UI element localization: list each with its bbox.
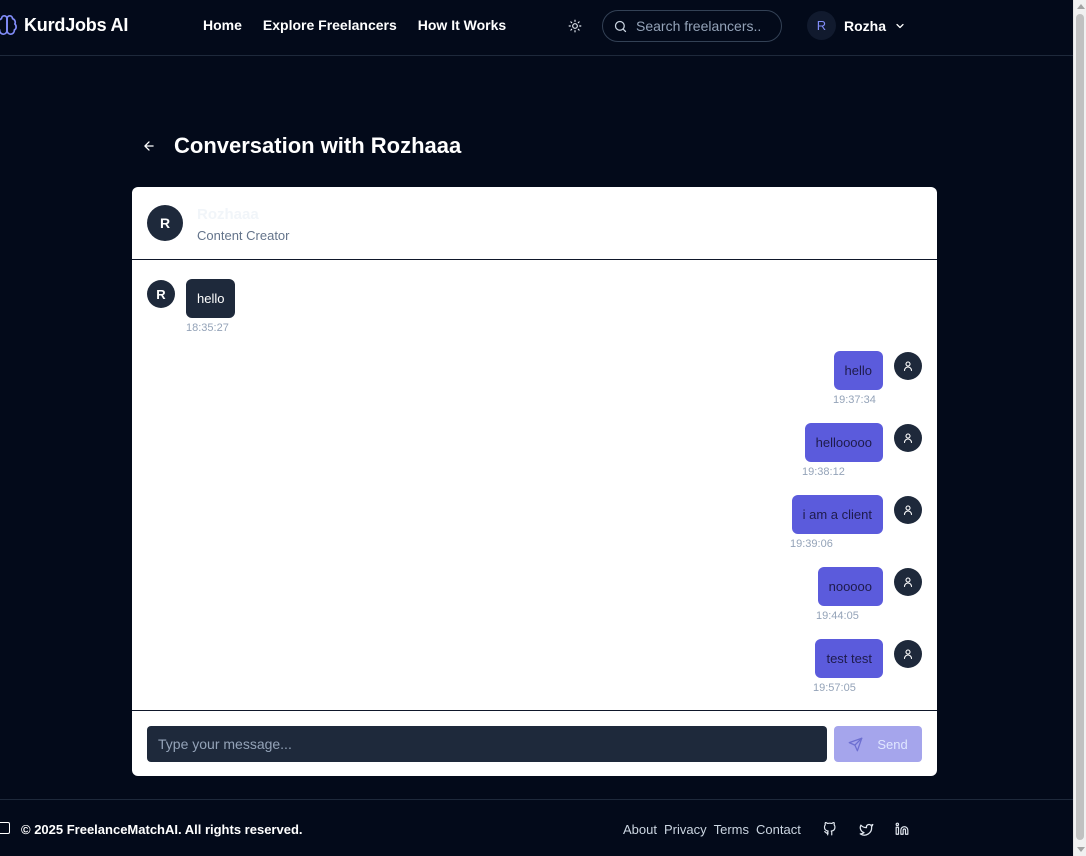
- message-bubble: test test: [815, 639, 883, 678]
- nav-link-home[interactable]: Home: [203, 17, 242, 33]
- message-list: R hello 18:35:27 hello 19:37:34 helloooo…: [132, 260, 937, 710]
- footer-links: About Privacy Terms Contact: [623, 822, 801, 837]
- self-avatar: [894, 640, 922, 668]
- search-icon: [614, 20, 627, 32]
- user-icon: [903, 433, 913, 444]
- contact-avatar: R: [147, 205, 183, 241]
- sender-avatar: R: [147, 280, 175, 308]
- twitter-link[interactable]: [858, 821, 874, 837]
- footer-logo-icon: [0, 822, 10, 834]
- message-outgoing: test test 19:57:05: [132, 620, 937, 694]
- send-label: Send: [877, 736, 908, 752]
- linkedin-link[interactable]: [894, 821, 910, 837]
- page-title: Conversation with Rozhaaa: [174, 133, 462, 158]
- arrow-left-icon: [144, 141, 154, 151]
- chevron-down-icon: [896, 23, 904, 28]
- main-nav: Home Explore Freelancers How It Works: [203, 17, 506, 33]
- footer-link-contact[interactable]: Contact: [756, 822, 801, 837]
- top-navbar: KurdJobs AI Home Explore Freelancers How…: [0, 0, 1073, 56]
- send-button[interactable]: Send: [834, 726, 922, 762]
- github-icon: [823, 822, 836, 836]
- scroll-down-arrow-icon[interactable]: [1077, 847, 1085, 852]
- github-link[interactable]: [822, 821, 838, 837]
- nav-link-explore-freelancers[interactable]: Explore Freelancers: [263, 17, 397, 33]
- footer-link-privacy[interactable]: Privacy: [664, 822, 707, 837]
- nav-link-how-it-works[interactable]: How It Works: [418, 17, 506, 33]
- self-avatar: [894, 496, 922, 524]
- contact-name: Rozhaaa: [197, 206, 259, 223]
- send-icon: [848, 737, 863, 751]
- twitter-icon: [859, 823, 873, 836]
- search-input[interactable]: [636, 18, 776, 34]
- message-composer: Send: [132, 710, 937, 776]
- copyright-text: © 2025 FreelanceMatchAI. All rights rese…: [21, 822, 303, 837]
- search-box[interactable]: [602, 10, 782, 42]
- user-name: Rozha: [844, 17, 886, 34]
- sun-icon: [568, 19, 582, 33]
- theme-toggle-button[interactable]: [565, 16, 585, 36]
- brand-name: KurdJobs AI: [24, 14, 129, 35]
- self-avatar: [894, 568, 922, 596]
- scroll-thumb[interactable]: [1076, 14, 1084, 840]
- message-outgoing: i am a client 19:39:06: [132, 476, 937, 550]
- message-bubble: hello: [833, 351, 883, 390]
- linkedin-icon: [895, 822, 909, 835]
- self-avatar: [894, 352, 922, 380]
- message-bubble: i am a client: [791, 495, 883, 534]
- back-button[interactable]: [140, 137, 158, 155]
- message-time: 19:57:05: [813, 682, 856, 694]
- user-menu[interactable]: R Rozha: [807, 11, 906, 40]
- brand[interactable]: KurdJobs AI: [0, 14, 128, 36]
- message-bubble: hello: [186, 279, 236, 318]
- scroll-up-arrow-icon[interactable]: [1077, 4, 1085, 9]
- message-incoming: R hello 18:35:27: [132, 260, 937, 334]
- user-avatar: R: [807, 11, 836, 40]
- message-bubble: hellooooo: [804, 423, 883, 462]
- user-icon: [903, 505, 913, 516]
- footer: © 2025 FreelanceMatchAI. All rights rese…: [0, 799, 1073, 856]
- user-icon: [903, 649, 913, 660]
- footer-link-about[interactable]: About: [623, 822, 657, 837]
- message-outgoing: nooooo 19:44:05: [132, 548, 937, 622]
- user-icon: [903, 361, 913, 372]
- conversation-header: R Rozhaaa Content Creator: [132, 187, 937, 260]
- page-scrollbar[interactable]: [1073, 0, 1086, 856]
- contact-role: Content Creator: [197, 228, 290, 243]
- footer-link-terms[interactable]: Terms: [714, 822, 749, 837]
- self-avatar: [894, 424, 922, 452]
- message-input[interactable]: [147, 726, 827, 762]
- brain-logo-icon: [0, 15, 17, 35]
- message-outgoing: hellooooo 19:38:12: [132, 404, 937, 478]
- message-bubble: nooooo: [817, 567, 883, 606]
- user-icon: [903, 577, 913, 588]
- message-outgoing: hello 19:37:34: [132, 332, 937, 406]
- conversation-card: R Rozhaaa Content Creator R hello 18:35:…: [132, 187, 937, 776]
